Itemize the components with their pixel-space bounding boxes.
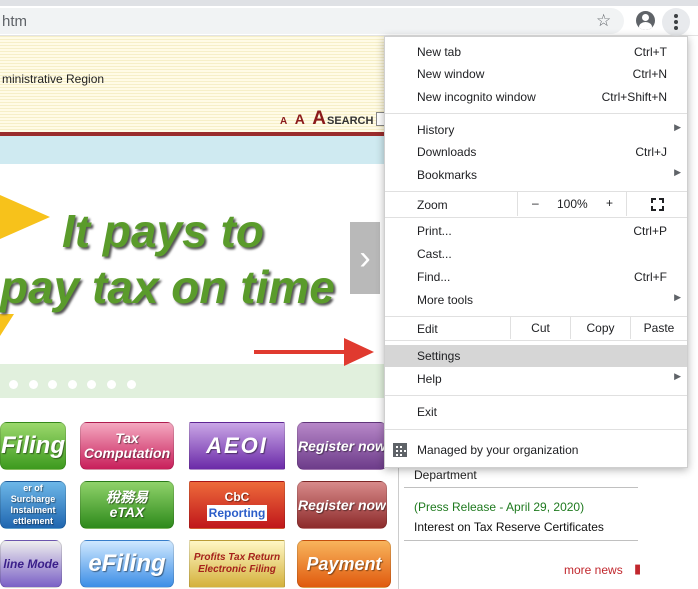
annotation-arrow-line [254, 350, 350, 354]
aeoi-tile[interactable]: AEOI [189, 422, 285, 470]
efiling-tile-2[interactable]: eFiling [80, 540, 174, 588]
register-now-tile[interactable]: Register now [297, 422, 387, 470]
tax-computation-tile[interactable]: Tax Computation [80, 422, 174, 470]
menu-separator [385, 395, 687, 396]
submenu-arrow-icon: ▶ [674, 292, 681, 302]
zoom-controls: – 100% + [517, 192, 627, 216]
edit-copy-button[interactable]: Copy [570, 317, 630, 339]
nav-band [0, 136, 386, 164]
payment-tile[interactable]: Payment [297, 540, 391, 588]
carousel-dots-band [0, 364, 386, 398]
menu-separator [385, 340, 687, 341]
zoom-level: 100% [557, 197, 588, 211]
menu-item-managed-by-organization[interactable]: Managed by your organization [385, 439, 687, 461]
news-divider [404, 540, 638, 541]
surcharge-instalment-tile[interactable]: er of Surcharge Instalment ettlement [0, 481, 66, 529]
menu-item-new-tab[interactable]: New tab Ctrl+T [385, 41, 687, 63]
submenu-arrow-icon: ▶ [674, 371, 681, 381]
font-size-controls: A A A [280, 108, 329, 130]
more-news-icon[interactable]: ▮ [634, 561, 641, 577]
carousel-dot[interactable] [107, 380, 116, 389]
news-divider [404, 487, 638, 488]
menu-item-edit: Edit Cut Copy Paste [385, 317, 687, 339]
carousel-dot[interactable] [87, 380, 96, 389]
banner-slogan-line2: pay tax on time [0, 261, 335, 313]
news-item-date: (Press Release - April 29, 2020) [414, 500, 585, 514]
carousel-dot[interactable] [29, 380, 38, 389]
zoom-in-button[interactable]: + [606, 196, 613, 210]
menu-item-help[interactable]: Help ▶ [385, 368, 687, 390]
font-size-large[interactable]: A [312, 108, 326, 130]
menu-separator [385, 113, 687, 114]
chrome-main-menu: New tab Ctrl+T New window Ctrl+N New incog… [384, 36, 688, 468]
menu-item-downloads[interactable]: Downloads Ctrl+J [385, 141, 687, 163]
menu-separator [385, 217, 687, 218]
address-bar-url: htm [2, 13, 28, 30]
menu-item-exit[interactable]: Exit [385, 401, 687, 423]
menu-item-zoom: Zoom – 100% + [385, 192, 687, 216]
edit-cut-button[interactable]: Cut [510, 317, 570, 339]
online-mode-tile[interactable]: line Mode [0, 540, 62, 588]
annotation-arrow-head [344, 338, 374, 366]
font-size-medium[interactable]: A [295, 111, 305, 127]
address-bar[interactable]: htm ☆ [0, 8, 624, 34]
cbc-reporting-tile[interactable]: CbC Reporting [189, 481, 285, 529]
register-now-tile-2[interactable]: Register now [297, 481, 387, 529]
news-item-department[interactable]: Department [414, 468, 477, 482]
fullscreen-icon[interactable] [651, 198, 664, 211]
bookmark-star-icon[interactable]: ☆ [596, 11, 611, 31]
carousel-next-icon[interactable]: › [350, 222, 380, 294]
menu-item-new-window[interactable]: New window Ctrl+N [385, 63, 687, 85]
yellow-arrow-decoration [0, 195, 50, 239]
profile-avatar-icon[interactable] [636, 11, 655, 30]
carousel-dot[interactable] [127, 380, 136, 389]
submenu-arrow-icon: ▶ [674, 122, 681, 132]
font-size-small[interactable]: A [280, 116, 287, 127]
menu-item-more-tools[interactable]: More tools ▶ [385, 289, 687, 311]
chrome-menu-button[interactable] [662, 8, 690, 36]
menu-item-settings[interactable]: Settings [385, 345, 687, 367]
menu-item-history[interactable]: History ▶ [385, 119, 687, 141]
region-title: ministrative Region [2, 72, 105, 86]
edit-paste-button[interactable]: Paste [630, 317, 687, 339]
submenu-arrow-icon: ▶ [674, 167, 681, 177]
menu-item-find[interactable]: Find... Ctrl+F [385, 266, 687, 288]
carousel-dot[interactable] [68, 380, 77, 389]
browser-toolbar: htm ☆ [0, 6, 698, 36]
search-label: SEARCH [327, 115, 374, 127]
profits-tax-efiling-tile[interactable]: Profits Tax Return Electronic Filing [189, 540, 285, 588]
banner-slogan-line1: It pays to [62, 205, 264, 257]
efiling-tile[interactable]: Filing [0, 422, 66, 470]
zoom-out-button[interactable]: – [532, 196, 539, 210]
carousel-dot[interactable] [48, 380, 57, 389]
menu-separator [385, 429, 687, 430]
menu-item-new-incognito-window[interactable]: New incognito window Ctrl+Shift+N [385, 86, 687, 108]
news-item-title[interactable]: Interest on Tax Reserve Certificates [414, 520, 604, 534]
etax-tile[interactable]: 稅務易 eTAX [80, 481, 174, 529]
more-news-link[interactable]: more news [564, 563, 623, 577]
carousel-dot[interactable] [9, 380, 18, 389]
menu-item-cast[interactable]: Cast... [385, 243, 687, 265]
menu-item-print[interactable]: Print... Ctrl+P [385, 220, 687, 242]
menu-item-bookmarks[interactable]: Bookmarks ▶ [385, 164, 687, 186]
